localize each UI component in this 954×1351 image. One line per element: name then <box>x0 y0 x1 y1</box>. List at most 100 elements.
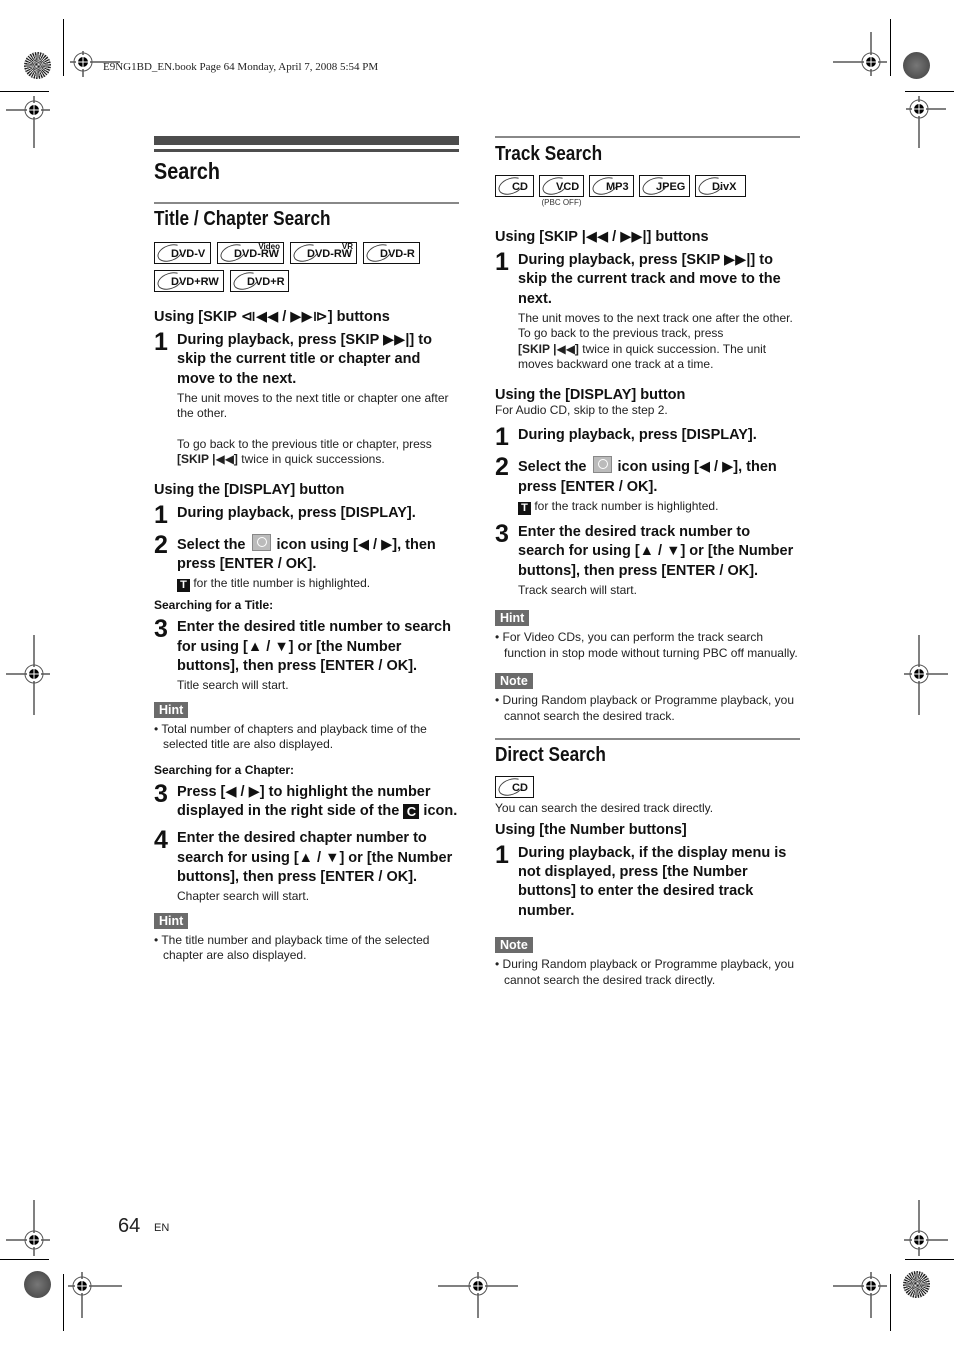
step-description: To go back to the previous title or chap… <box>177 436 432 467</box>
left-column: Search Title / Chapter Search DVD-V Vide… <box>154 136 459 964</box>
crop-line <box>905 91 954 92</box>
disc-badge: VR DVD-RW <box>290 241 357 265</box>
disc-badge: JPEG <box>639 174 690 198</box>
step-item: 4 Enter the desired chapter number to se… <box>154 826 459 904</box>
subheading-display: Using the [DISPLAY] button <box>495 386 686 403</box>
step-number: 1 <box>154 328 168 356</box>
hint-text: • The title number and playback time of … <box>154 932 430 963</box>
crop-line <box>890 1274 891 1331</box>
step-item: 2 Select the icon using [◀ / ▶], then pre… <box>495 453 800 515</box>
title-bar <box>154 136 459 145</box>
subheading-searching-title: Searching for a Title: <box>154 598 274 613</box>
crop-line <box>63 19 64 76</box>
disc-badge: CD <box>495 174 534 198</box>
registration-target-icon <box>70 51 120 77</box>
step-number: 1 <box>154 500 168 529</box>
disc-icon <box>496 775 526 800</box>
note-text: • During Random playback or Programme pl… <box>495 957 795 987</box>
step-description: To go back to the previous track, press[… <box>518 326 767 372</box>
track-t-icon: T <box>518 501 531 515</box>
step-number: 4 <box>154 826 168 855</box>
title-t-icon: T <box>177 579 190 593</box>
section-divider <box>154 202 459 204</box>
disc-icon <box>231 269 261 293</box>
step-description: Track search will start. <box>518 582 637 597</box>
search-icon <box>592 456 612 474</box>
disc-badge: DVD-V <box>154 241 211 265</box>
disc-icon <box>590 174 620 198</box>
registration-target-icon <box>904 635 948 715</box>
step-item: 2 Select the icon using [◀ / ▶], then pre… <box>154 530 459 593</box>
step-description: The unit moves to the next track one aft… <box>518 310 793 325</box>
step-item: 1 During playback, if the display menu i… <box>495 840 800 921</box>
registration-target-icon <box>833 32 887 76</box>
section-divider <box>495 738 800 741</box>
registration-star-icon <box>903 1271 930 1298</box>
step-description: T for the track number is highlighted. <box>518 499 800 515</box>
crop-line <box>905 1259 954 1260</box>
step-text: During playback, press [SKIP ▶▶|] to ski… <box>177 332 432 387</box>
step-text: During playback, if the display menu is … <box>518 844 787 919</box>
step-description: The unit moves to the next title or chap… <box>177 390 449 421</box>
direct-intro: You can search the desired track directl… <box>495 801 714 816</box>
disc-badge: DVD-R <box>363 241 420 265</box>
disc-badge: CD <box>495 775 534 800</box>
crop-line <box>63 1274 64 1331</box>
step-item: 3 Enter the desired title number to sear… <box>154 617 459 693</box>
section-heading-direct-search: Direct Search <box>495 744 606 767</box>
print-header: E9NG1BD_EN.book Page 64 Monday, April 7,… <box>103 61 379 73</box>
step-description: Title search will start. <box>177 678 289 693</box>
disc-badge: Video DVD-RW <box>217 241 284 265</box>
subheading-number-buttons: Using [the Number buttons] <box>495 821 687 838</box>
registration-target-icon <box>6 96 50 148</box>
registration-star-icon <box>24 52 51 79</box>
right-column: Track Search CD VCD (PBC OFF) MP3 JPEG Di… <box>495 136 800 988</box>
search-icon <box>251 533 271 551</box>
disc-type-badges: CD <box>495 775 800 800</box>
hint-label: Hint <box>495 610 530 627</box>
hint-text: • For Video CDs, you can perform the tra… <box>495 630 798 660</box>
disc-icon <box>364 241 394 265</box>
step-text: During playback, press [SKIP ▶▶|] to ski… <box>518 252 781 307</box>
step-text: Enter the desired track number to search… <box>518 523 794 579</box>
step-number: 1 <box>495 840 509 869</box>
page-number: 64 <box>118 1215 141 1237</box>
step-number: 2 <box>495 453 509 482</box>
crop-line <box>890 19 891 76</box>
step-text: Press [◀ / ▶] to highlight the number di… <box>177 783 458 820</box>
registration-target-icon <box>904 1200 948 1256</box>
disc-icon <box>155 241 185 265</box>
step-number: 3 <box>154 779 168 808</box>
registration-dot-icon <box>903 52 930 79</box>
step-text: During playback, press [DISPLAY]. <box>518 427 757 444</box>
title-bar-thin <box>154 149 459 152</box>
disc-icon <box>291 241 321 265</box>
note-text: • During Random playback or Programme pl… <box>495 693 795 723</box>
step-text: Select the icon using [◀ / ▶], then press… <box>177 533 459 575</box>
registration-target-icon <box>6 1200 50 1256</box>
step-number: 3 <box>495 519 509 548</box>
subheading-skip: Using [SKIP |◀◀ / ▶▶|] buttons <box>495 229 709 245</box>
registration-target-icon <box>906 96 946 148</box>
step-text: Enter the desired chapter number to sear… <box>177 830 453 886</box>
step-number: 2 <box>154 530 168 559</box>
step-item: 1 During playback, press [DISPLAY]. <box>495 425 800 450</box>
section-heading-title-chapter: Title / Chapter Search <box>154 208 331 230</box>
crop-line <box>0 91 49 92</box>
disc-icon <box>640 174 670 198</box>
disc-icon <box>155 269 185 293</box>
hint-label: Hint <box>154 701 189 718</box>
registration-target-icon <box>833 1272 887 1318</box>
step-description: Chapter search will start. <box>177 889 310 904</box>
subheading-searching-chapter: Searching for a Chapter: <box>154 762 295 777</box>
step-text: Select the icon using [◀ / ▶], then press… <box>518 456 800 497</box>
page-title: Search <box>154 158 220 184</box>
crop-line <box>0 1259 49 1260</box>
step-item: 1 During playback, press [SKIP ▶▶|] to s… <box>154 328 459 468</box>
note-label: Note <box>495 673 533 690</box>
disc-icon <box>696 174 726 198</box>
step-text: Enter the desired title number to search… <box>177 619 451 675</box>
language-code: EN <box>154 1222 170 1234</box>
hint-label: Hint <box>154 912 189 929</box>
registration-target-icon <box>6 635 50 715</box>
